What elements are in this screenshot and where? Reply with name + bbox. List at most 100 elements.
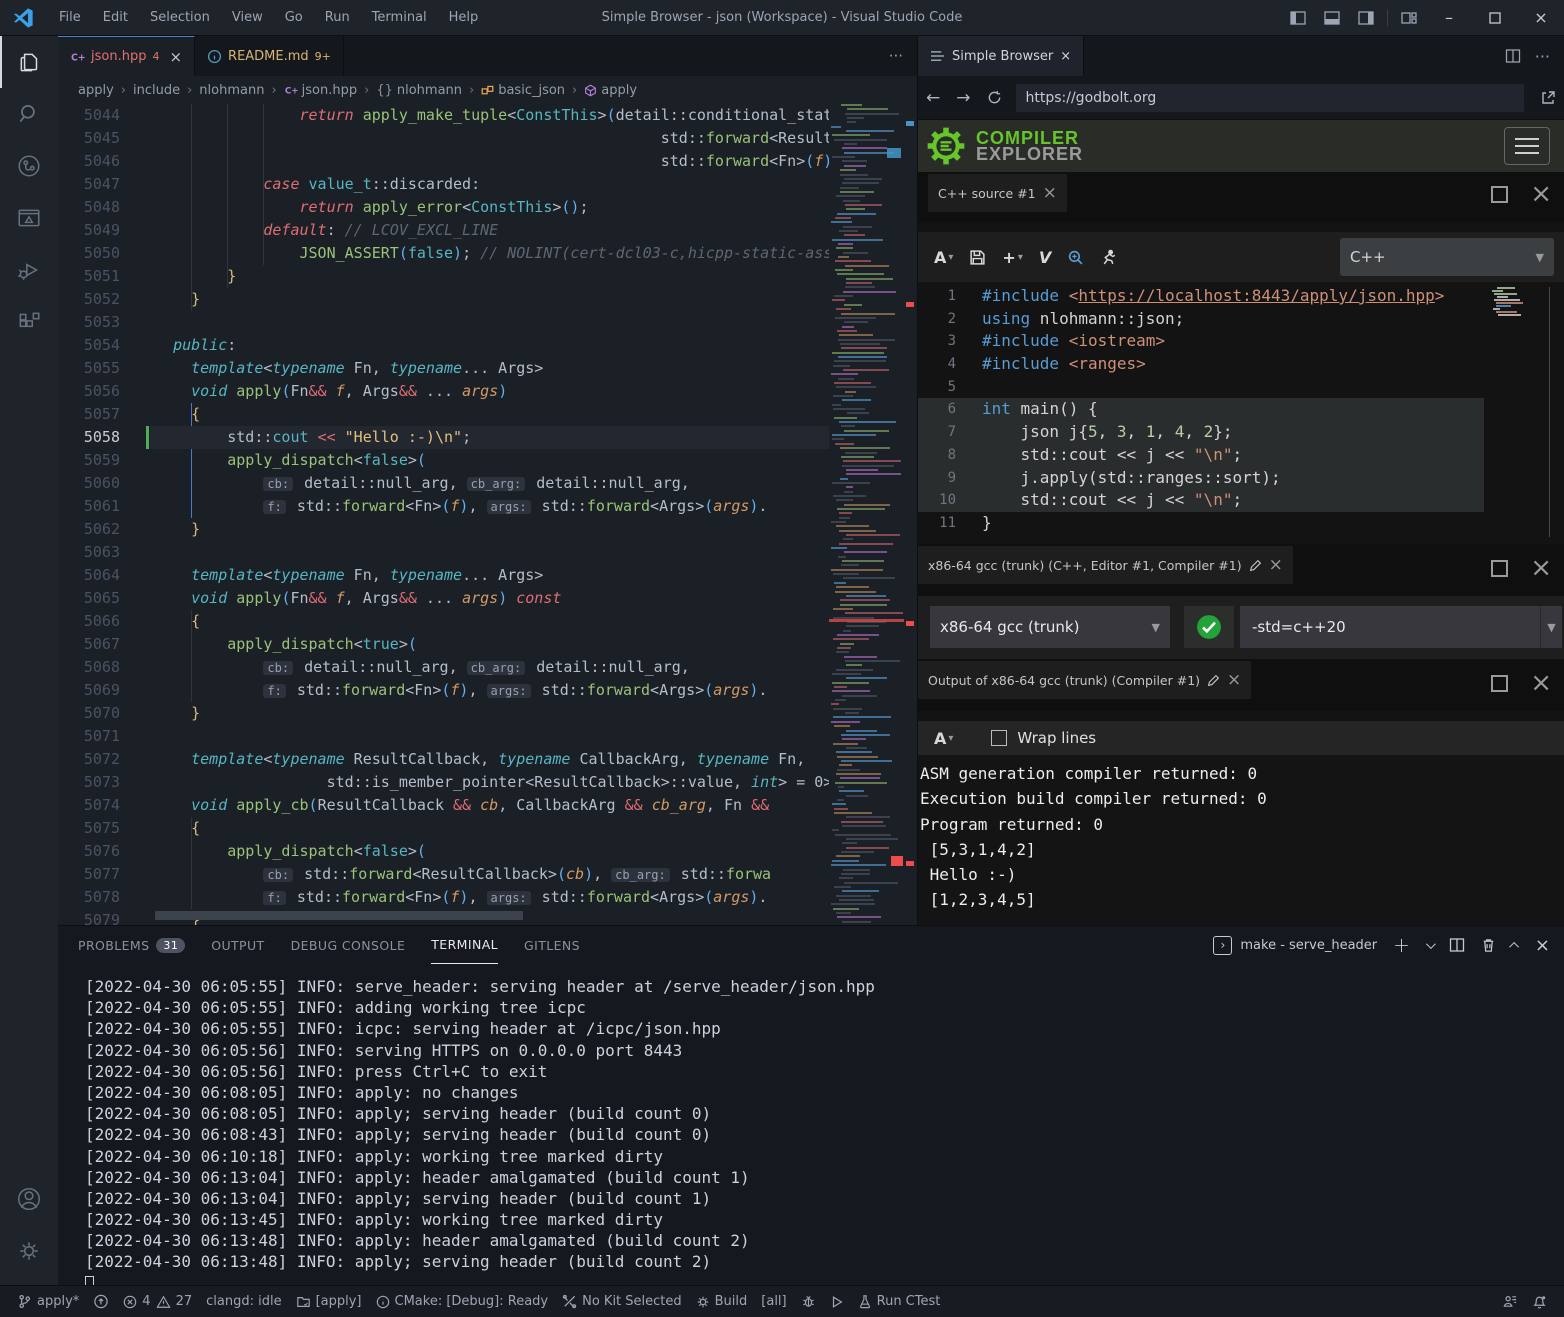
font-size-button[interactable]: A▾ xyxy=(934,729,953,748)
ce-menu-hamburger[interactable] xyxy=(1504,127,1550,165)
new-terminal-icon[interactable]: + xyxy=(1393,933,1410,957)
close-panel-icon[interactable]: × xyxy=(1535,935,1550,956)
menu-go[interactable]: Go xyxy=(274,0,314,35)
code-line[interactable]: 5071 xyxy=(58,725,829,748)
ce-source-editor[interactable]: 1#include <https://localhost:8443/apply/… xyxy=(918,285,1484,538)
code-line[interactable]: 5072 template<typename ResultCallback, t… xyxy=(58,748,829,771)
terminal-output[interactable]: [2022-04-30 06:05:55] INFO: serve_header… xyxy=(85,976,1554,1285)
activitybar-cmake[interactable] xyxy=(0,192,58,244)
code-line[interactable]: 5078 f: std::forward<Fn>(f), args: std::… xyxy=(58,886,829,909)
code-line[interactable]: 5056 void apply(Fn&& f, Args&& ... args) xyxy=(58,380,829,403)
breadcrumb-item[interactable]: include xyxy=(133,83,180,98)
code-line[interactable]: 5075 { xyxy=(58,817,829,840)
close-pane-icon[interactable]: × xyxy=(1269,557,1283,574)
ce-code-line[interactable]: 9 j.apply(std::ranges::sort); xyxy=(918,467,1484,490)
close-tab-icon[interactable]: × xyxy=(1060,49,1071,64)
code-line[interactable]: 5076 apply_dispatch<false>( xyxy=(58,840,829,863)
minimize-button[interactable]: – xyxy=(1426,0,1472,35)
clangd-status[interactable]: clangd: idle xyxy=(199,1286,288,1317)
toggle-secondary-sidebar-icon[interactable] xyxy=(1349,0,1383,35)
close-pane-icon[interactable]: × xyxy=(1227,672,1241,689)
code-line[interactable]: 5069 f: std::forward<Fn>(f), args: std::… xyxy=(58,679,829,702)
code-line[interactable]: 5074 void apply_cb(ResultCallback && cb,… xyxy=(58,794,829,817)
code-line[interactable]: 5063 xyxy=(58,541,829,564)
maximize-button[interactable] xyxy=(1472,0,1518,35)
breadcrumb-item[interactable]: apply xyxy=(78,83,114,98)
compiler-select[interactable]: x86-64 gcc (trunk) ▼ xyxy=(930,606,1170,648)
activitybar-explorer[interactable] xyxy=(0,36,58,88)
reload-icon[interactable] xyxy=(979,90,1010,105)
git-branch-status[interactable]: apply* xyxy=(10,1286,86,1317)
ce-code-line[interactable]: 2using nlohmann::json; xyxy=(918,308,1484,331)
problems-status[interactable]: 4 27 xyxy=(116,1286,199,1317)
wrap-lines-checkbox[interactable] xyxy=(991,730,1007,746)
code-line[interactable]: 5065 void apply(Fn&& f, Args&& ... args)… xyxy=(58,587,829,610)
code-line[interactable]: 5060 cb: detail::null_arg, cb_arg: detai… xyxy=(58,472,829,495)
code-line[interactable]: 5062 } xyxy=(58,518,829,541)
activitybar-extensions[interactable] xyxy=(0,296,58,348)
browser-more-actions[interactable]: ··· xyxy=(1535,47,1550,66)
code-line[interactable]: 5044 return apply_make_tuple<ConstThis>(… xyxy=(58,104,829,127)
vim-toggle[interactable]: V xyxy=(1039,248,1051,267)
code-line[interactable]: 5051 } xyxy=(58,265,829,288)
maximize-pane-icon[interactable] xyxy=(1491,186,1508,203)
tab-json-hpp[interactable]: C+ json.hpp 4 × xyxy=(58,36,195,76)
tab-simple-browser[interactable]: Simple Browser × xyxy=(918,36,1084,76)
close-window-button[interactable]: × xyxy=(1518,0,1564,35)
code-line[interactable]: 5045 std::forward<ResultCallback>(cb), xyxy=(58,127,829,150)
panel-tab-output[interactable]: OUTPUT xyxy=(211,926,264,964)
ce-scrollbar[interactable] xyxy=(1549,287,1550,537)
edit-title-icon[interactable] xyxy=(1249,559,1262,572)
code-line[interactable]: 5067 apply_dispatch<true>( xyxy=(58,633,829,656)
breadcrumb-item-namespace[interactable]: {}nlohmann xyxy=(376,83,462,98)
ce-code-line[interactable]: 7 json j{5, 3, 1, 4, 2}; xyxy=(918,421,1484,444)
ce-code-line[interactable]: 1#include <https://localhost:8443/apply/… xyxy=(918,285,1484,308)
breadcrumb-item[interactable]: nlohmann xyxy=(199,83,264,98)
maximize-pane-icon[interactable] xyxy=(1491,675,1508,692)
code-line[interactable]: 5048 return apply_error<ConstThis>(); xyxy=(58,196,829,219)
ce-logo-text[interactable]: COMPILER EXPLORER xyxy=(976,130,1083,162)
minimap[interactable] xyxy=(829,104,904,925)
code-line[interactable]: 5058 std::cout << "Hello :-)\n"; xyxy=(58,426,829,449)
language-select[interactable]: C++ ▼ xyxy=(1340,238,1554,276)
ce-code-line[interactable]: 4#include <ranges> xyxy=(918,353,1484,376)
save-icon[interactable] xyxy=(969,249,986,266)
code-line[interactable]: 5055 template<typename Fn, typename... A… xyxy=(58,357,829,380)
open-external-icon[interactable] xyxy=(1532,90,1564,106)
ce-code-line[interactable]: 3#include <iostream> xyxy=(918,330,1484,353)
compiler-pane-tab[interactable]: x86-64 gcc (trunk) (C++, Editor #1, Comp… xyxy=(918,546,1293,584)
ctest-button[interactable]: Run CTest xyxy=(851,1286,948,1317)
code-editor[interactable]: 5044 return apply_make_tuple<ConstThis>(… xyxy=(58,104,829,925)
menu-help[interactable]: Help xyxy=(438,0,490,35)
ce-code-line[interactable]: 5 xyxy=(918,376,1484,399)
toggle-panel-icon[interactable] xyxy=(1315,0,1349,35)
ce-code-line[interactable]: 10 std::cout << j << "\n"; xyxy=(918,489,1484,512)
code-line[interactable]: 5070 } xyxy=(58,702,829,725)
code-line[interactable]: 5050 JSON_ASSERT(false); // NOLINT(cert-… xyxy=(58,242,829,265)
panel-tab-problems[interactable]: PROBLEMS31 xyxy=(78,926,185,964)
menu-terminal[interactable]: Terminal xyxy=(361,0,438,35)
ce-code-line[interactable]: 6int main() { xyxy=(918,398,1484,421)
source-pane-tab[interactable]: C++ source #1 × xyxy=(928,174,1067,212)
tab-readme-md[interactable]: README.md 9+ xyxy=(195,36,344,76)
code-line[interactable]: 5053 xyxy=(58,311,829,334)
split-terminal-icon[interactable] xyxy=(1449,937,1465,953)
build-target[interactable]: [all] xyxy=(754,1286,793,1317)
kit-status[interactable]: No Kit Selected xyxy=(555,1286,689,1317)
code-line[interactable]: 5073 std::is_member_pointer<ResultCallba… xyxy=(58,771,829,794)
add-pane-button[interactable]: +▾ xyxy=(1002,248,1022,267)
panel-tab-terminal[interactable]: TERMINAL xyxy=(431,926,498,964)
url-input[interactable] xyxy=(1016,84,1525,112)
launch-target-button[interactable] xyxy=(823,1286,851,1317)
compiler-options-input[interactable]: -std=c++20 xyxy=(1240,606,1540,648)
panel-tab-debug-console[interactable]: DEBUG CONSOLE xyxy=(291,926,406,964)
breadcrumb-item-method[interactable]: apply xyxy=(584,83,637,98)
code-line[interactable]: 5068 cb: detail::null_arg, cb_arg: detai… xyxy=(58,656,829,679)
close-pane-icon[interactable]: × xyxy=(1530,560,1552,577)
close-pane-icon[interactable]: × xyxy=(1530,186,1552,203)
toggle-sidebar-icon[interactable] xyxy=(1281,0,1315,35)
code-line[interactable]: 5059 apply_dispatch<false>( xyxy=(58,449,829,472)
menu-edit[interactable]: Edit xyxy=(92,0,139,35)
close-tab-icon[interactable]: × xyxy=(169,48,182,66)
zoom-icon[interactable] xyxy=(1067,249,1084,266)
